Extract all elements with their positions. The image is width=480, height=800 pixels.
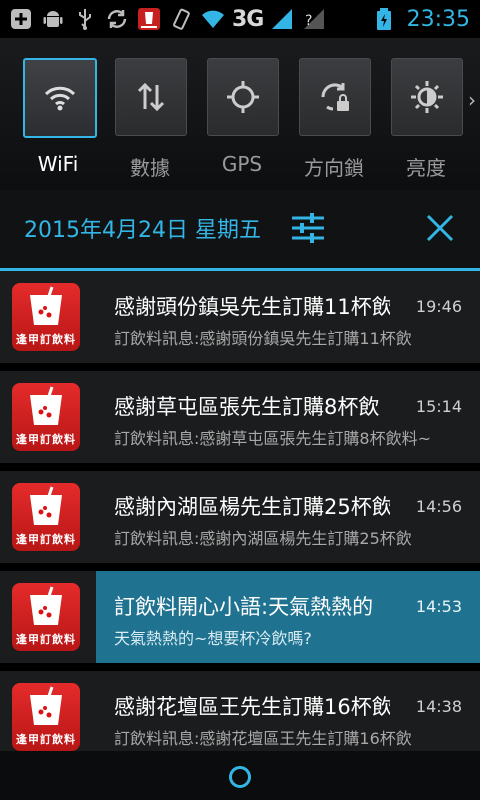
app-label: 逢甲訂飲料 bbox=[16, 733, 76, 746]
notification-header: 2015年4月24日 星期五 bbox=[0, 190, 480, 271]
gps-label: GPS bbox=[221, 152, 263, 176]
notification-title: 訂飲料開心小語:天氣熱熱的 bbox=[114, 595, 374, 619]
gps-toggle[interactable] bbox=[207, 58, 279, 136]
notification-time: 14:56 bbox=[415, 497, 462, 516]
app-icon: 逢甲訂飲料 bbox=[12, 283, 80, 351]
panel-handle-bar[interactable] bbox=[0, 751, 480, 800]
notification-title: 感謝草屯區張先生訂購8杯飲 bbox=[114, 395, 380, 419]
clear-all-button[interactable] bbox=[422, 210, 458, 246]
notification-item[interactable]: 逢甲訂飲料 感謝內湖區楊先生訂購25杯飲 14:56 訂飲料訊息:感謝內湖區楊先… bbox=[0, 471, 480, 571]
app-icon: 逢甲訂飲料 bbox=[12, 683, 80, 751]
app-label: 逢甲訂飲料 bbox=[16, 433, 76, 446]
notification-text: 天氣熱熱的~想要杯冷飲嗎? bbox=[114, 629, 312, 648]
wifi-icon bbox=[200, 6, 226, 32]
notification-title: 感謝花壇區王先生訂購16杯飲 bbox=[114, 695, 390, 719]
brightness-label: 亮度 bbox=[406, 156, 446, 180]
drink-cup-icon bbox=[30, 286, 62, 325]
vibrate-icon bbox=[168, 6, 194, 32]
brightness-icon bbox=[411, 81, 443, 113]
app-label: 逢甲訂飲料 bbox=[16, 533, 76, 546]
notification-time: 19:46 bbox=[415, 297, 462, 316]
sync-icon bbox=[104, 6, 130, 32]
app-icon: 逢甲訂飲料 bbox=[12, 383, 80, 451]
close-icon bbox=[426, 214, 454, 242]
svg-text:?: ? bbox=[305, 13, 312, 29]
notification-text: 訂飲料訊息:感謝草屯區張先生訂購8杯飲料~ bbox=[114, 429, 431, 448]
settings-button[interactable] bbox=[290, 210, 326, 246]
drag-handle-icon[interactable] bbox=[229, 766, 251, 788]
signal-icon bbox=[269, 6, 295, 32]
data-label: 數據 bbox=[130, 156, 170, 180]
data-toggle[interactable] bbox=[115, 58, 187, 136]
android-icon bbox=[40, 6, 66, 32]
wifi-toggle[interactable] bbox=[23, 58, 97, 138]
app-icon: 逢甲訂飲料 bbox=[12, 483, 80, 551]
date-label: 2015年4月24日 星期五 bbox=[24, 218, 261, 243]
network-type-label: 3G bbox=[232, 6, 264, 32]
rotation-lock-label: 方向鎖 bbox=[304, 156, 364, 180]
app-icon: 逢甲訂飲料 bbox=[12, 583, 80, 651]
notification-body: 感謝花壇區王先生訂購16杯飲 14:38 訂飲料訊息:感謝花壇區王先生訂購16杯… bbox=[96, 671, 480, 763]
status-clock: 23:35 bbox=[406, 6, 470, 32]
notification-title: 感謝頭份鎮吳先生訂購11杯飲 bbox=[114, 295, 390, 319]
notification-body: 感謝內湖區楊先生訂購25杯飲 14:56 訂飲料訊息:感謝內湖區楊先生訂購25杯… bbox=[96, 471, 480, 563]
drink-cup-icon bbox=[30, 586, 62, 625]
data-transfer-icon bbox=[137, 82, 165, 112]
notification-text: 訂飲料訊息:感謝花壇區王先生訂購16杯飲 bbox=[114, 729, 412, 748]
notification-text: 訂飲料訊息:感謝頭份鎮吳先生訂購11杯飲 bbox=[114, 329, 412, 348]
drink-cup-icon bbox=[30, 686, 62, 725]
quick-settings-panel: WiFi 數據 GPS 方向鎖 亮度 › bbox=[0, 38, 480, 190]
battery-icon bbox=[371, 6, 397, 32]
notification-item[interactable]: 逢甲訂飲料 感謝草屯區張先生訂購8杯飲 15:14 訂飲料訊息:感謝草屯區張先生… bbox=[0, 371, 480, 471]
notification-body: 感謝草屯區張先生訂購8杯飲 15:14 訂飲料訊息:感謝草屯區張先生訂購8杯飲料… bbox=[96, 371, 480, 463]
app-notification-icon bbox=[136, 6, 162, 32]
status-bar: 3G ? 23:35 bbox=[0, 0, 480, 38]
chevron-right-icon[interactable]: › bbox=[468, 88, 476, 112]
wifi-label: WiFi bbox=[37, 152, 79, 176]
notification-text: 訂飲料訊息:感謝內湖區楊先生訂購25杯飲 bbox=[114, 529, 412, 548]
notification-item-selected[interactable]: 逢甲訂飲料 訂飲料開心小語:天氣熱熱的 14:53 天氣熱熱的~想要杯冷飲嗎? bbox=[0, 571, 480, 671]
notification-list: 逢甲訂飲料 感謝頭份鎮吳先生訂購11杯飲 19:46 訂飲料訊息:感謝頭份鎮吳先… bbox=[0, 271, 480, 771]
brightness-toggle[interactable] bbox=[391, 58, 463, 136]
gps-icon bbox=[227, 81, 259, 113]
add-icon bbox=[8, 6, 34, 32]
sliders-icon bbox=[292, 213, 324, 243]
wifi-icon bbox=[44, 86, 76, 111]
notification-item[interactable]: 逢甲訂飲料 感謝頭份鎮吳先生訂購11杯飲 19:46 訂飲料訊息:感謝頭份鎮吳先… bbox=[0, 271, 480, 371]
notification-time: 14:38 bbox=[415, 697, 462, 716]
notification-body: 訂飲料開心小語:天氣熱熱的 14:53 天氣熱熱的~想要杯冷飲嗎? bbox=[96, 571, 480, 663]
notification-body: 感謝頭份鎮吳先生訂購11杯飲 19:46 訂飲料訊息:感謝頭份鎮吳先生訂購11杯… bbox=[96, 271, 480, 363]
notification-time: 15:14 bbox=[415, 397, 462, 416]
rotation-lock-icon bbox=[321, 83, 349, 111]
drink-cup-icon bbox=[30, 486, 62, 525]
no-sim-icon: ? bbox=[301, 6, 327, 32]
usb-icon bbox=[72, 6, 98, 32]
app-label: 逢甲訂飲料 bbox=[16, 333, 76, 346]
notification-title: 感謝內湖區楊先生訂購25杯飲 bbox=[114, 495, 390, 519]
drink-cup-icon bbox=[30, 386, 62, 425]
app-label: 逢甲訂飲料 bbox=[16, 633, 76, 646]
notification-time: 14:53 bbox=[415, 597, 462, 616]
rotation-lock-toggle[interactable] bbox=[299, 58, 371, 136]
